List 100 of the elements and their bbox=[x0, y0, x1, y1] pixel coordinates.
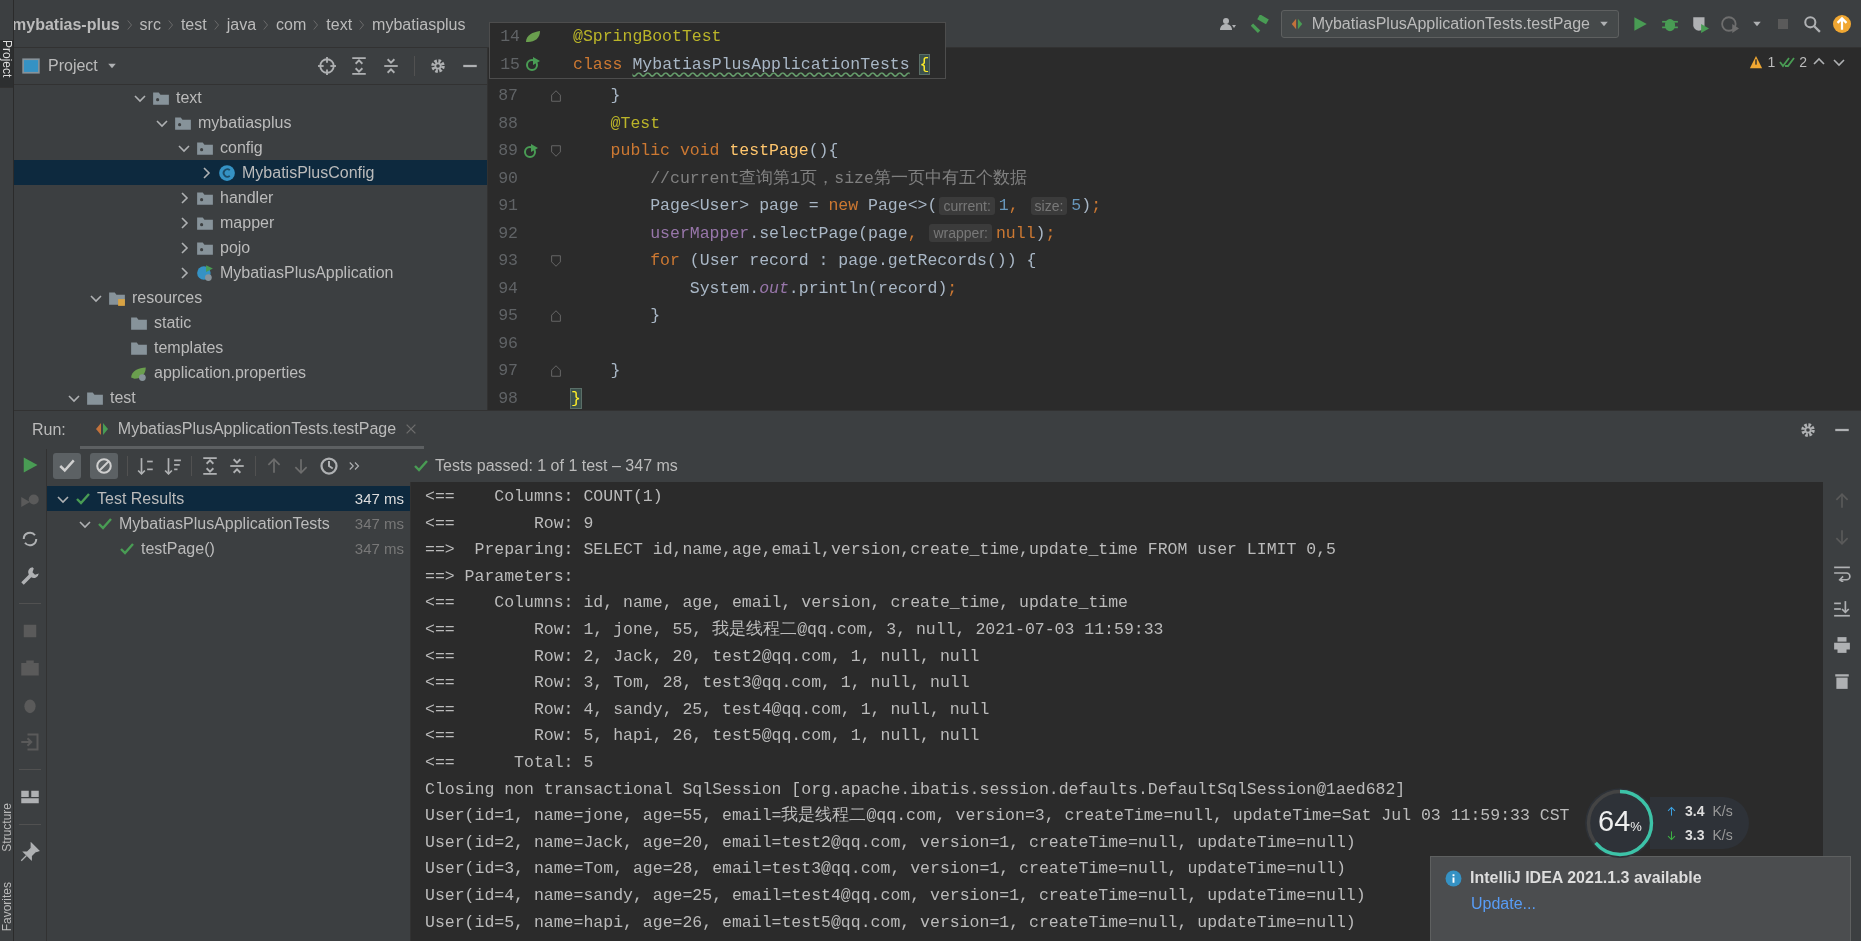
run-test-icon[interactable] bbox=[525, 56, 541, 73]
code-line: //current查询第1页，size第一页中有五个数据 bbox=[649, 168, 1027, 190]
console-line: <== Row: 4, sandy, 25, test4@qq.com, 1, null, null bbox=[425, 698, 990, 721]
breadcrumb[interactable]: java bbox=[226, 15, 257, 34]
trash-icon[interactable] bbox=[1833, 672, 1851, 690]
tree-label: MybatisPlusConfig bbox=[242, 163, 375, 182]
run-icon[interactable] bbox=[1631, 14, 1649, 33]
tree-row[interactable]: MybatisPlusConfig bbox=[14, 160, 487, 185]
code-line: public void testPage(){ bbox=[609, 141, 839, 161]
settings-icon[interactable] bbox=[1799, 421, 1817, 439]
tree-row[interactable]: pojo bbox=[14, 235, 487, 260]
auto-rerun-icon[interactable] bbox=[20, 529, 40, 549]
code-line: class MybatiasPlusApplicationTests { bbox=[572, 54, 930, 74]
collapse-all-icon[interactable] bbox=[228, 456, 246, 475]
update-link[interactable]: Update... bbox=[1471, 895, 1536, 913]
sort-by-duration-icon[interactable] bbox=[164, 456, 182, 475]
tree-row[interactable]: application.properties bbox=[14, 360, 487, 385]
console-line: ==> Preparing: SELECT id,name,age,email,version,create_time,update_time FROM user LIMIT 0,5 bbox=[425, 539, 1336, 562]
locate-icon[interactable] bbox=[318, 57, 336, 75]
tree-label: mapper bbox=[220, 213, 275, 232]
tree-row[interactable]: templates bbox=[14, 335, 487, 360]
console-line: User(id=1, name=jone, age=55, email=我是线程二@qq.com, version=3, createTime=null, updateTime=Sat Jul 03 11:59:33 CST bbox=[425, 805, 1570, 828]
tool-window-tab[interactable]: Favorites bbox=[0, 881, 13, 931]
search-icon[interactable] bbox=[1803, 14, 1821, 33]
show-passed-toggle[interactable] bbox=[53, 452, 81, 479]
project-window-icon bbox=[22, 57, 40, 75]
upload-rate: 3.4 bbox=[1685, 803, 1705, 819]
expand-all-icon[interactable] bbox=[201, 456, 219, 475]
tree-row[interactable]: test bbox=[14, 385, 487, 410]
sort-alphabetically-icon[interactable] bbox=[137, 456, 155, 475]
expand-all-icon[interactable] bbox=[350, 57, 368, 75]
code-line: for (User record : page.getRecords()) { bbox=[649, 251, 1037, 271]
tree-row[interactable]: mapper bbox=[14, 210, 487, 235]
console-line: <== Row: 3, Tom, 28, test3@qq.com, 1, null, null bbox=[425, 672, 970, 695]
tree-row[interactable]: mybatiasplus bbox=[14, 110, 487, 135]
test-duration: 347 ms bbox=[354, 515, 405, 532]
breadcrumb[interactable]: src bbox=[139, 15, 161, 34]
console-line: User(id=2, name=Jack, age=20, email=test2@qq.com, version=1, createTime=null, updateTime=null) bbox=[425, 831, 1356, 854]
show-ignored-toggle[interactable] bbox=[90, 452, 118, 479]
line-number: 89 bbox=[497, 141, 518, 161]
tree-row[interactable]: text bbox=[14, 85, 487, 110]
console-line: ==> Parameters: bbox=[425, 565, 575, 588]
tree-label: templates bbox=[154, 338, 224, 357]
coverage-icon[interactable] bbox=[1691, 14, 1709, 33]
code-line: System.out.println(record); bbox=[688, 278, 958, 298]
line-number: 88 bbox=[497, 113, 518, 133]
pin-icon[interactable] bbox=[20, 842, 40, 862]
breadcrumb[interactable]: test bbox=[180, 15, 207, 34]
code-line: @Test bbox=[609, 113, 661, 133]
weak-warning-count[interactable]: 2 bbox=[1799, 54, 1807, 70]
rate-unit: K/s bbox=[1712, 827, 1733, 843]
tree-label: text bbox=[176, 88, 202, 107]
collapse-all-icon[interactable] bbox=[382, 57, 400, 75]
info-icon bbox=[1445, 869, 1462, 887]
tree-label: MybatiasPlusApplication bbox=[220, 263, 394, 282]
test-row[interactable]: MybatiasPlusApplicationTests 347 ms bbox=[47, 511, 410, 536]
test-duration: 347 ms bbox=[354, 490, 405, 507]
rate-unit: K/s bbox=[1712, 803, 1733, 819]
run-test-icon[interactable] bbox=[523, 142, 539, 159]
line-number: 94 bbox=[497, 278, 518, 298]
run-label: Run: bbox=[32, 421, 66, 439]
panel-title[interactable]: Project bbox=[48, 57, 98, 75]
line-number: 98 bbox=[497, 388, 518, 408]
tree-row[interactable]: resources bbox=[14, 285, 487, 310]
tree-row[interactable]: static bbox=[14, 310, 487, 335]
warning-icon[interactable] bbox=[1749, 55, 1764, 69]
console-line: User(id=4, name=sandy, age=25, email=test4@qq.com, version=1, createTime=null, updateTime=null) bbox=[425, 884, 1366, 907]
download-arrow-icon bbox=[1666, 829, 1677, 841]
breadcrumb[interactable]: com bbox=[276, 15, 307, 34]
history-icon[interactable] bbox=[319, 455, 339, 476]
wrench-icon[interactable] bbox=[20, 566, 40, 586]
console-line: Closing non transactional SqlSession [org.apache.ibatis.session.defaults.DefaultSqlSession@1aed682] bbox=[425, 778, 1406, 801]
tool-window-tab[interactable]: Project bbox=[0, 40, 13, 88]
settings-icon[interactable] bbox=[429, 57, 447, 75]
scroll-to-end-icon[interactable] bbox=[1833, 600, 1851, 618]
line-number: 96 bbox=[497, 333, 518, 353]
print-icon[interactable] bbox=[1833, 636, 1851, 654]
run-tab[interactable]: MybatiasPlusApplicationTests.testPage bbox=[79, 411, 425, 449]
tool-window-tab[interactable]: Structure bbox=[0, 802, 13, 852]
warning-count[interactable]: 1 bbox=[1767, 54, 1776, 70]
tree-label: application.properties bbox=[154, 363, 307, 382]
update-icon[interactable] bbox=[1833, 14, 1851, 33]
notification-title: IntelliJ IDEA 2021.1.3 available bbox=[1470, 869, 1702, 887]
console-line: <== Columns: id, name, age, email, version, create_time, update_time bbox=[425, 592, 1128, 615]
leaf-icon[interactable] bbox=[525, 28, 541, 45]
run-configuration-dropdown[interactable]: MybatiasPlusApplicationTests.testPage bbox=[1280, 9, 1619, 38]
tree-row[interactable]: config bbox=[14, 135, 487, 160]
soft-wrap-icon[interactable] bbox=[1833, 564, 1851, 582]
upload-arrow-icon bbox=[1666, 805, 1677, 817]
console-line: User(id=5, name=hapi, age=26, email=test5@qq.com, version=1, createTime=null, updateTime=null) bbox=[425, 911, 1356, 934]
breadcrumb[interactable]: mybatiasplus bbox=[372, 15, 466, 34]
code-line: Page<User> page = new Page<>( current: 1, size: 5); bbox=[649, 196, 1102, 216]
tree-row[interactable]: MybatiasPlusApplication bbox=[14, 260, 487, 285]
breadcrumb[interactable]: text bbox=[326, 15, 353, 34]
usage-percent: 64% bbox=[1597, 805, 1643, 838]
code-line: @SpringBootTest bbox=[572, 27, 722, 47]
tree-row[interactable]: handler bbox=[14, 185, 487, 210]
test-row[interactable]: Test Results 347 ms bbox=[47, 486, 410, 511]
test-row[interactable]: testPage() 347 ms bbox=[47, 536, 410, 561]
tree-label: mybatiasplus bbox=[198, 113, 292, 132]
